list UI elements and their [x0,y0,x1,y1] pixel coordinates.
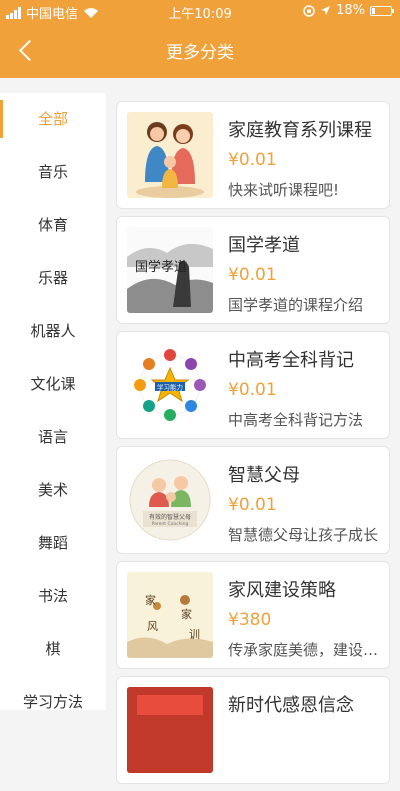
gratitude-banner-image [127,687,213,773]
course-description: 传承家庭美德，建设好家风 [228,641,381,659]
image-char-2: 风 [147,620,158,633]
category-sidebar: 全部 音乐 体育 乐器 机器人 文化课 语言 美术 舞蹈 书法 棋 学习方法 [0,93,106,711]
logo-text: 有效的智慧父母 [149,513,191,521]
course-card[interactable]: 家庭教育系列课程 ¥0.01 快来试听课程吧! [116,101,390,209]
image-char-4: 训 [189,628,200,641]
course-title: 家庭教育系列课程 [228,120,372,141]
star-diagram-image: 学习能力 [127,342,213,428]
course-title: 智慧父母 [228,465,300,486]
course-card[interactable]: 有效的智慧父母 Parent Coaching 智慧父母 ¥0.01 智慧德父母… [116,446,390,554]
sidebar-item-all[interactable]: 全部 [0,93,106,146]
parent-coaching-logo: 有效的智慧父母 Parent Coaching [127,457,213,543]
sidebar-item-culture[interactable]: 文化课 [0,358,106,411]
course-card[interactable]: 国学孝道 国学孝道 ¥0.01 国学孝道的课程介绍 [116,216,390,324]
lock-rotation-icon [303,4,315,17]
page-title: 更多分类 [166,43,234,63]
sidebar-item-language[interactable]: 语言 [0,411,106,464]
course-description: 快来试听课程吧! [228,181,340,199]
course-card[interactable]: 学习能力 中高考全科背记 ¥0.01 中高考全科背记方法 [116,331,390,439]
battery-percent: 18% [336,3,365,18]
course-description: 国学孝道的课程介绍 [228,296,364,314]
sidebar-item-art[interactable]: 美术 [0,464,106,517]
sidebar-item-dance[interactable]: 舞蹈 [0,517,106,570]
image-char-3: 家 [181,607,192,621]
course-description: 中高考全科背记方法 [228,411,364,429]
course-price: ¥0.01 [228,495,277,515]
painting-calligraphy: 国学孝道 [135,259,187,275]
location-icon [321,6,331,15]
sidebar-item-robots[interactable]: 机器人 [0,305,106,358]
course-description: 智慧德父母让孩子成长 [228,526,379,544]
battery-icon [370,5,394,16]
course-price: ¥0.01 [228,380,277,400]
course-title: 新时代感恩信念 [228,695,354,716]
logo-subtext: Parent Coaching [152,521,189,527]
status-bar: 中国电信 上午10:09 18% [0,0,400,22]
course-title: 家风建设策略 [228,580,336,601]
diagram-center-label: 学习能力 [157,383,183,392]
sidebar-item-chess[interactable]: 棋 [0,623,106,676]
status-right: 18% [303,3,394,18]
course-title: 国学孝道 [228,235,300,256]
sidebar-item-music[interactable]: 音乐 [0,146,106,199]
course-price: ¥0.01 [228,150,277,170]
course-card[interactable]: 新时代感恩信念 [116,676,390,784]
ink-painting-image: 国学孝道 [127,227,213,313]
family-illustration-image [127,112,213,198]
sidebar-item-instruments[interactable]: 乐器 [0,252,106,305]
image-char-1: 家 [145,593,156,607]
sidebar-item-study-methods[interactable]: 学习方法 [0,676,106,729]
sidebar-item-calligraphy[interactable]: 书法 [0,570,106,623]
course-title: 中高考全科背记 [228,350,354,371]
course-price: ¥380 [228,610,272,630]
course-price: ¥0.01 [228,265,277,285]
sidebar-item-sports[interactable]: 体育 [0,199,106,252]
nav-bar: 更多分类 [0,22,400,78]
family-rules-image: 家 风 家 训 [127,572,213,658]
course-card[interactable]: 家 风 家 训 家风建设策略 ¥380 传承家庭美德，建设好家风 [116,561,390,669]
course-list: 家庭教育系列课程 ¥0.01 快来试听课程吧! 国学孝道 国学孝道 ¥0.01 … [116,101,390,791]
